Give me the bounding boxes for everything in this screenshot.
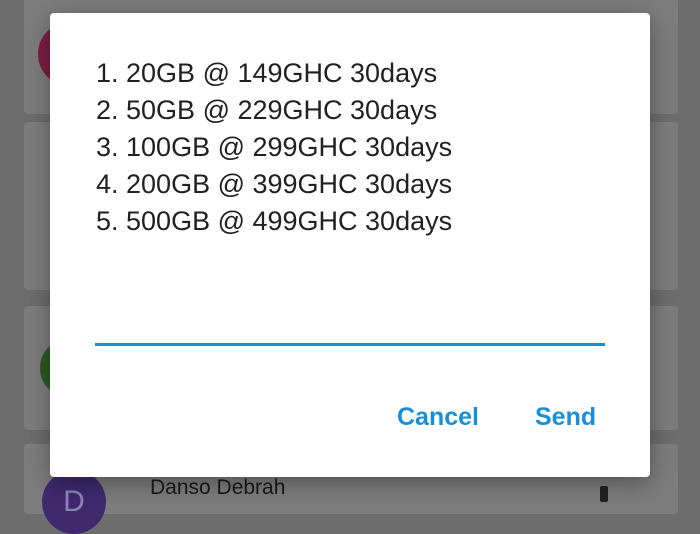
more-icon [600, 486, 608, 502]
send-button[interactable]: Send [535, 403, 596, 432]
menu-option: 4. 200GB @ 399GHC 30days [96, 169, 453, 199]
contact-name: Danso Debrah [150, 476, 286, 499]
ussd-message: 1. 20GB @ 149GHC 30days 2. 50GB @ 229GHC… [96, 55, 616, 240]
reply-input[interactable] [95, 303, 605, 346]
menu-option: 3. 100GB @ 299GHC 30days [96, 132, 453, 162]
ussd-dialog: 1. 20GB @ 149GHC 30days 2. 50GB @ 229GHC… [50, 13, 650, 477]
avatar: D [42, 470, 106, 534]
cancel-button[interactable]: Cancel [397, 403, 479, 432]
menu-option: 1. 20GB @ 149GHC 30days [96, 58, 438, 88]
menu-option: 5. 500GB @ 499GHC 30days [96, 206, 453, 236]
menu-option: 2. 50GB @ 229GHC 30days [96, 95, 438, 125]
